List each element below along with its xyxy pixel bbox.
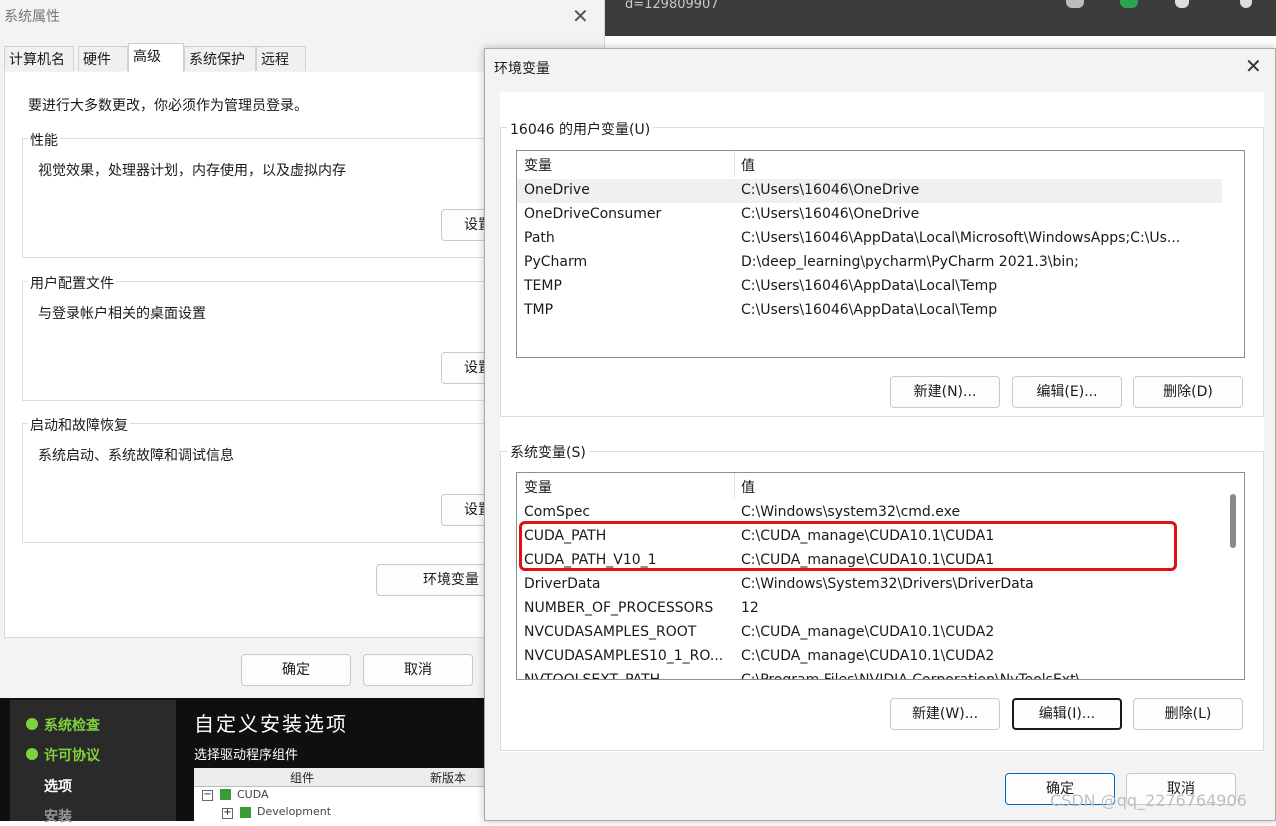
tab-computer-name[interactable]: 计算机名: [4, 46, 74, 71]
table-row[interactable]: NVCUDASAMPLES_ROOT C:\CUDA_manage\CUDA10…: [517, 621, 1222, 645]
system-delete-button[interactable]: 删除(L): [1133, 698, 1243, 730]
check-icon: [26, 748, 38, 760]
group-title: 用户配置文件: [28, 273, 116, 293]
close-icon[interactable]: ✕: [572, 4, 589, 28]
tab-advanced[interactable]: 高级: [128, 43, 184, 73]
user-new-button[interactable]: 新建(N)...: [890, 376, 1000, 408]
variable-name: TMP: [524, 302, 554, 318]
tab-hardware[interactable]: 硬件: [78, 46, 128, 71]
column-divider[interactable]: [734, 151, 735, 177]
expand-icon[interactable]: +: [222, 808, 233, 819]
group-description: 系统启动、系统故障和调试信息: [38, 448, 234, 464]
variable-name: NVTOOLSEXT_PATH: [524, 672, 661, 680]
dialog-title: 环境变量: [494, 61, 550, 77]
column-header-variable[interactable]: 变量: [524, 155, 552, 175]
user-delete-button[interactable]: 删除(D): [1133, 376, 1243, 408]
table-row[interactable]: NVTOOLSEXT_PATH C:\Program Files\NVIDIA …: [517, 669, 1222, 680]
group-title: 性能: [28, 130, 60, 150]
group-description: 与登录帐户相关的桌面设置: [38, 306, 206, 322]
watermark: CSDN @qq_2276764906: [1050, 791, 1247, 810]
check-icon: [26, 718, 38, 730]
table-row[interactable]: PyCharm D:\deep_learning\pycharm\PyCharm…: [517, 251, 1222, 275]
browser-extension-icon[interactable]: [1120, 0, 1138, 8]
installer-subtitle: 选择驱动程序组件: [194, 748, 299, 763]
variable-value: D:\deep_learning\pycharm\PyCharm 2021.3\…: [741, 254, 1079, 270]
startup-recovery-group: [22, 423, 492, 543]
close-icon[interactable]: ✕: [1245, 54, 1262, 78]
user-variables-list[interactable]: 变量 值 OneDrive C:\Users\16046\OneDrive On…: [516, 150, 1245, 358]
variable-value: C:\Program Files\NVIDIA Corporation\NvTo…: [741, 672, 1081, 680]
variable-value: 12: [741, 600, 759, 616]
system-variables-list[interactable]: 变量 值 ComSpec C:\Windows\system32\cmd.exe…: [516, 472, 1245, 680]
variable-name: OneDriveConsumer: [524, 206, 662, 222]
variable-name: NVCUDASAMPLES10_1_RO...: [524, 648, 724, 664]
variable-value: C:\Windows\System32\Drivers\DriverData: [741, 576, 1034, 592]
variable-value: C:\CUDA_manage\CUDA10.1\CUDA2: [741, 624, 995, 640]
variable-name: NVCUDASAMPLES_ROOT: [524, 624, 697, 640]
variable-name: PyCharm: [524, 254, 588, 270]
table-row[interactable]: TMP C:\Users\16046\AppData\Local\Temp: [517, 299, 1222, 323]
variable-name: Path: [524, 230, 555, 246]
table-row[interactable]: Path C:\Users\16046\AppData\Local\Micros…: [517, 227, 1222, 251]
ok-button[interactable]: 确定: [241, 654, 351, 686]
list-header: 变量 值: [517, 151, 1244, 177]
variable-value: C:\Windows\system32\cmd.exe: [741, 504, 961, 520]
annotation-highlight-box: [519, 521, 1177, 571]
browser-extension-icon[interactable]: [1066, 0, 1084, 8]
variable-value: C:\Users\16046\AppData\Local\Temp: [741, 302, 998, 318]
variable-value: C:\Users\16046\OneDrive: [741, 182, 920, 198]
column-header: 组件: [290, 771, 315, 785]
variable-name: OneDrive: [524, 182, 590, 198]
browser-url-fragment: d=129809907: [625, 0, 719, 12]
tab-system-protection[interactable]: 系统保护: [184, 46, 256, 71]
collapse-icon[interactable]: −: [202, 790, 213, 801]
scrollbar-thumb[interactable]: [1230, 494, 1236, 548]
column-header-value[interactable]: 值: [741, 155, 755, 175]
table-row[interactable]: OneDriveConsumer C:\Users\16046\OneDrive: [517, 203, 1222, 227]
installer-step: 安装: [44, 809, 72, 825]
installer-step: 选项: [44, 779, 72, 795]
performance-group: [22, 138, 492, 258]
installer-step: 许可协议: [44, 748, 100, 764]
column-divider[interactable]: [734, 473, 735, 499]
cancel-button[interactable]: 取消: [363, 654, 473, 686]
column-header-variable[interactable]: 变量: [524, 477, 552, 497]
variable-value: C:\Users\16046\OneDrive: [741, 206, 920, 222]
table-row[interactable]: OneDrive C:\Users\16046\OneDrive: [517, 179, 1222, 203]
variable-value: C:\Users\16046\AppData\Local\Temp: [741, 278, 998, 294]
component-item: CUDA: [237, 788, 269, 801]
table-row[interactable]: NVCUDASAMPLES10_1_RO... C:\CUDA_manage\C…: [517, 645, 1222, 669]
group-description: 视觉效果，处理器计划，内存使用，以及虚拟内存: [38, 163, 346, 179]
checkbox-icon[interactable]: [220, 789, 231, 800]
variable-value: C:\CUDA_manage\CUDA10.1\CUDA2: [741, 648, 995, 664]
user-variables-label: 16046 的用户变量(U): [507, 119, 654, 139]
variable-name: TEMP: [524, 278, 562, 294]
installer-title: 自定义安装选项: [194, 712, 348, 736]
user-profiles-group: [22, 281, 492, 401]
table-row[interactable]: DriverData C:\Windows\System32\Drivers\D…: [517, 573, 1222, 597]
user-edit-button[interactable]: 编辑(E)...: [1012, 376, 1122, 408]
group-title: 启动和故障恢复: [28, 415, 130, 435]
admin-note: 要进行大多数更改，你必须作为管理员登录。: [28, 98, 308, 114]
installer-step: 系统检查: [44, 718, 100, 734]
variable-name: ComSpec: [524, 504, 591, 520]
column-header-value[interactable]: 值: [741, 477, 755, 497]
installer-table-header: 组件 新版本: [194, 768, 486, 787]
system-edit-button[interactable]: 编辑(I)...: [1012, 698, 1122, 730]
component-item: Development: [257, 805, 332, 818]
system-variables-label: 系统变量(S): [507, 442, 589, 462]
column-header: 新版本: [430, 771, 467, 785]
table-row[interactable]: NUMBER_OF_PROCESSORS 12: [517, 597, 1222, 621]
tab-remote[interactable]: 远程: [256, 46, 306, 71]
variable-name: NUMBER_OF_PROCESSORS: [524, 600, 714, 616]
dialog-title: 系统属性: [4, 9, 60, 25]
list-header: 变量 值: [517, 473, 1244, 499]
table-row[interactable]: TEMP C:\Users\16046\AppData\Local\Temp: [517, 275, 1222, 299]
variable-name: DriverData: [524, 576, 601, 592]
variable-value: C:\Users\16046\AppData\Local\Microsoft\W…: [741, 230, 1181, 246]
system-new-button[interactable]: 新建(W)...: [890, 698, 1000, 730]
checkbox-icon[interactable]: [240, 807, 251, 818]
